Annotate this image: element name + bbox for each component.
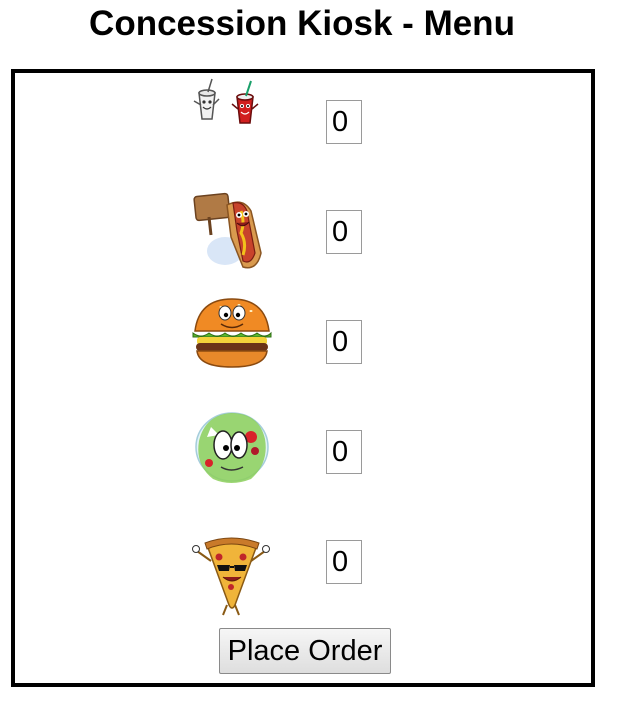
menu-item-burger: [15, 295, 591, 385]
page-title: Concession Kiosk - Menu: [89, 4, 515, 43]
menu-panel: Place Order: [11, 69, 595, 687]
quantity-input-hot-dog[interactable]: [326, 210, 362, 254]
hot-dog-icon: [193, 192, 262, 269]
quantity-input-drinks[interactable]: [326, 100, 362, 144]
quantity-input-salad[interactable]: [326, 430, 362, 474]
quantity-input-burger[interactable]: [326, 320, 362, 364]
pizza-slice-icon: [192, 537, 270, 616]
menu-item-hot-dog: [15, 185, 591, 275]
salad-icon: [195, 412, 269, 483]
menu-item-pizza: [15, 515, 591, 616]
quantity-input-pizza[interactable]: [326, 540, 362, 584]
burger-icon: [192, 298, 272, 368]
soda-cups-icon: [193, 78, 259, 124]
menu-item-drinks: [15, 75, 591, 165]
menu-item-salad: [15, 405, 591, 495]
place-order-button[interactable]: Place Order: [219, 628, 391, 674]
